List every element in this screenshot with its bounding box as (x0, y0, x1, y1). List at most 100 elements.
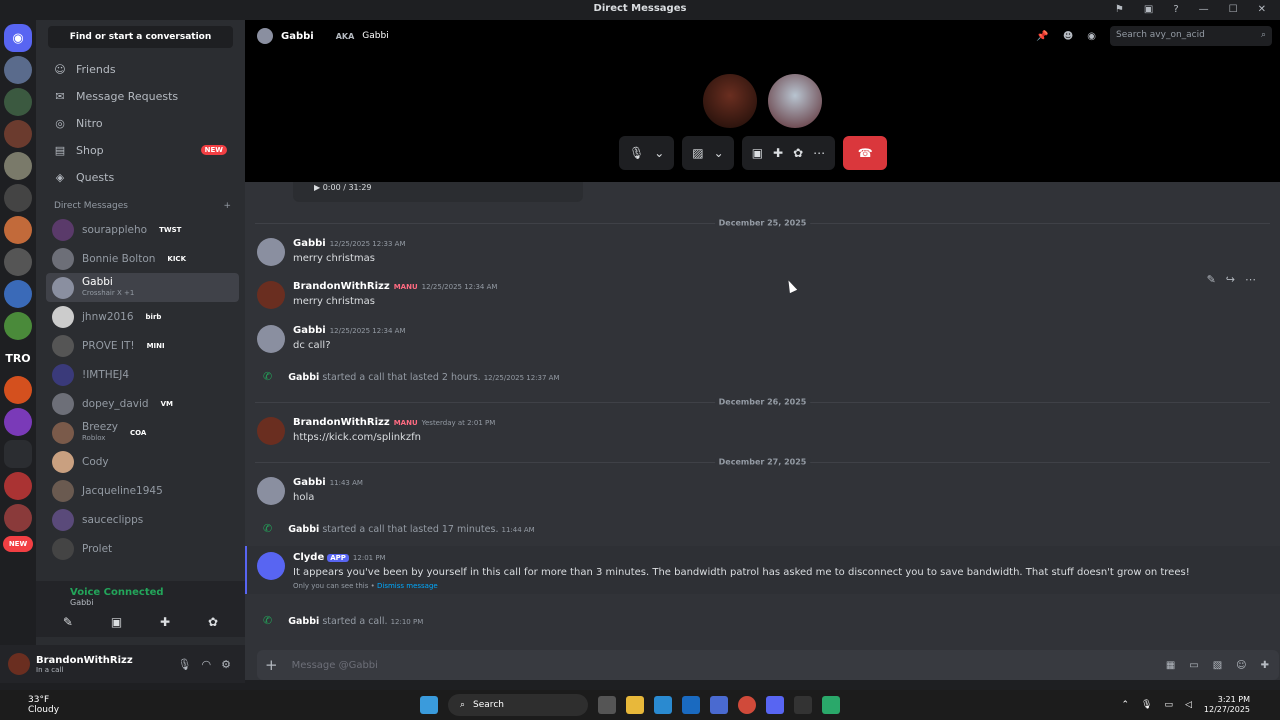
message-author[interactable]: BrandonWithRizz (293, 281, 390, 292)
call-avatar[interactable] (703, 74, 757, 128)
server-icon[interactable] (4, 248, 32, 276)
more-icon[interactable]: ⋯ (813, 146, 825, 160)
dm-item[interactable]: Breezy Roblox COA (46, 418, 239, 447)
avatar[interactable] (257, 477, 285, 505)
file-explorer-icon[interactable] (626, 696, 644, 714)
add-friends-icon[interactable]: ☻ (1063, 31, 1073, 42)
user-profile-icon[interactable]: ◉ (1087, 31, 1096, 42)
nav-quests[interactable]: ◈ Quests (44, 164, 237, 190)
server-icon[interactable] (4, 152, 32, 180)
nav-nitro[interactable]: ◎ Nitro (44, 110, 237, 136)
apps-icon[interactable]: ✚ (1261, 660, 1269, 671)
dm-item[interactable]: Cody (46, 447, 239, 476)
mute-button[interactable]: 🎙 ⌄ (619, 136, 675, 170)
voice-channel[interactable]: Gabbi (36, 598, 245, 607)
taskbar-search[interactable]: ⌕ Search (448, 694, 588, 716)
dm-item[interactable]: Bonnie Bolton KICK (46, 244, 239, 273)
server-icon[interactable] (4, 184, 32, 212)
game-icon[interactable] (794, 696, 812, 714)
nav-shop[interactable]: ▤ Shop NEW (44, 137, 237, 163)
server-icon[interactable] (4, 504, 32, 532)
avatar[interactable] (8, 653, 30, 675)
disconnect-button[interactable]: ☎ (843, 136, 888, 170)
message-author[interactable]: Gabbi (288, 616, 319, 627)
voice-status[interactable]: Voice Connected (36, 581, 245, 598)
call-tools[interactable]: ▣ ✚ ✿ ⋯ (741, 136, 836, 170)
download-icon[interactable]: ▣ (1144, 1, 1153, 19)
message-author[interactable]: Clyde (293, 552, 324, 563)
message-author[interactable]: Gabbi (293, 477, 326, 488)
network-icon[interactable]: ▭ (1164, 700, 1173, 710)
sticker-icon[interactable]: ▧ (1213, 660, 1222, 671)
camera-off-icon[interactable]: ✎ (63, 615, 73, 629)
maximize-button[interactable]: ☐ (1229, 1, 1238, 19)
store-icon[interactable] (710, 696, 728, 714)
edge-icon[interactable] (654, 696, 672, 714)
channel-name[interactable]: Gabbi (281, 31, 314, 42)
dismiss-link[interactable]: Dismiss message (377, 582, 438, 590)
avatar[interactable] (257, 417, 285, 445)
create-dm-icon[interactable]: + (223, 201, 231, 211)
pin-icon[interactable]: 📌 (1036, 31, 1048, 42)
gift-icon[interactable]: ▦ (1166, 660, 1175, 671)
server-icon[interactable] (4, 376, 32, 404)
dm-item[interactable]: sauceclipps (46, 505, 239, 534)
new-badge[interactable]: NEW (3, 536, 33, 552)
avatar[interactable] (257, 325, 285, 353)
server-icon[interactable] (4, 408, 32, 436)
message-author[interactable]: Gabbi (293, 325, 326, 336)
server-icon[interactable] (4, 216, 32, 244)
settings-icon[interactable]: ⚙ (221, 658, 231, 671)
message-author[interactable]: Gabbi (288, 524, 319, 535)
activities-icon[interactable]: ✚ (773, 146, 783, 160)
dm-item[interactable]: Jacqueline1945 (46, 476, 239, 505)
server-icon[interactable] (4, 280, 32, 308)
nav-friends[interactable]: ☺ Friends (44, 56, 237, 82)
edit-icon[interactable]: ✎ (1207, 273, 1216, 286)
avatar[interactable] (257, 281, 285, 309)
start-icon[interactable] (420, 696, 438, 714)
gif-icon[interactable]: ▭ (1189, 660, 1198, 671)
clock[interactable]: 3:21 PM 12/27/2025 (1204, 695, 1250, 715)
volume-icon[interactable]: ◁ (1185, 700, 1192, 710)
audio-player[interactable]: ▶ 0:00 / 31:29 (293, 182, 583, 202)
tray-mic-icon[interactable]: 🎙 (1141, 700, 1152, 710)
message-composer[interactable]: + Message @Gabbi ▦ ▭ ▧ ☺ ✚ (257, 650, 1279, 680)
close-button[interactable]: ✕ (1258, 1, 1266, 19)
screen-share-icon[interactable]: ▣ (752, 146, 763, 160)
more-icon[interactable]: ⋯ (1245, 273, 1256, 286)
forward-icon[interactable]: ↪ (1226, 273, 1235, 286)
mic-icon[interactable]: 🎙 (178, 658, 192, 671)
soundboard-icon[interactable]: ✿ (793, 146, 803, 160)
message-author[interactable]: BrandonWithRizz (293, 417, 390, 428)
help-icon[interactable]: ? (1173, 1, 1178, 19)
upload-plus-icon[interactable]: + (265, 656, 278, 674)
play-icon[interactable]: ▶ (314, 183, 320, 192)
server-icon[interactable] (4, 56, 32, 84)
outlook-icon[interactable] (682, 696, 700, 714)
minimize-button[interactable]: — (1199, 1, 1209, 19)
task-view-icon[interactable] (598, 696, 616, 714)
dm-item[interactable]: sourappleho TWST (46, 215, 239, 244)
server-icon[interactable] (4, 120, 32, 148)
nav-message-requests[interactable]: ✉ Message Requests (44, 83, 237, 109)
composer-placeholder[interactable]: Message @Gabbi (292, 660, 378, 671)
headset-icon[interactable]: ◠ (202, 658, 212, 671)
emoji-icon[interactable]: ☺ (1236, 660, 1246, 671)
soundboard-icon[interactable]: ✿ (208, 615, 218, 629)
message-author[interactable]: Gabbi (288, 372, 319, 383)
search-input[interactable]: Search avy_on_acid ⌕ (1110, 26, 1272, 46)
dm-item[interactable]: PROVE IT! MINI (46, 331, 239, 360)
video-button[interactable]: ▨ ⌄ (682, 136, 734, 170)
dm-item[interactable]: Prolet (46, 534, 239, 563)
dm-item[interactable]: jhnw2016 birb (46, 302, 239, 331)
message-link[interactable]: https://kick.com/splinkzfn (293, 432, 421, 443)
dm-item[interactable]: !IMTHEJ4 (46, 360, 239, 389)
app-icon[interactable] (822, 696, 840, 714)
activities-icon[interactable]: ✚ (160, 615, 170, 629)
avatar[interactable] (257, 238, 285, 266)
weather-widget[interactable]: 33°F Cloudy (0, 695, 59, 715)
dm-item[interactable]: dopey_david VM (46, 389, 239, 418)
server-icon[interactable] (4, 88, 32, 116)
inbox-icon[interactable]: ⚑ (1115, 1, 1124, 19)
